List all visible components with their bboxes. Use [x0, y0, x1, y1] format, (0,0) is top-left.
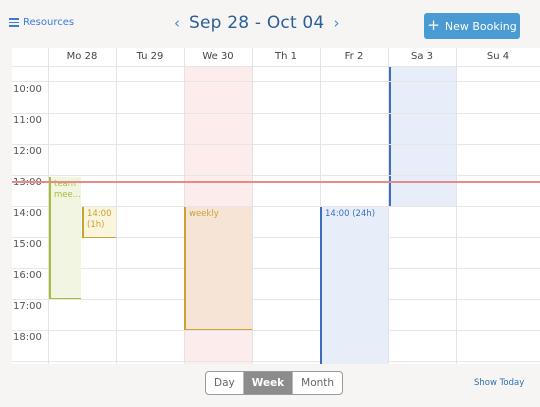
day-header-su: Su 4: [486, 51, 510, 62]
event-monday-1400-duration: (1h): [87, 220, 105, 230]
day-header-sa: Sa 3: [410, 51, 434, 62]
hour-line: [12, 268, 540, 269]
day-divider: [252, 48, 253, 364]
day-header-th: Th 1: [275, 51, 297, 62]
plus-icon: +: [427, 15, 440, 34]
current-time-line: [12, 181, 540, 183]
event-monday-1400-time: 14:00: [87, 209, 112, 219]
hour-label: 11:00: [13, 115, 42, 126]
hour-label: 17:00: [13, 301, 42, 312]
date-range-title: Sep 28 - Oct 04: [189, 13, 325, 33]
event-weekly-label: weekly: [189, 209, 219, 219]
calendar-footer: Day Week Month Show Today: [0, 364, 540, 407]
event-weekly[interactable]: weekly: [184, 207, 252, 330]
day-header-mo: Mo 28: [66, 51, 98, 62]
hour-label: 16:00: [13, 270, 42, 281]
calendar-header: Resources ‹ Sep 28 - Oct 04 › + New Book…: [0, 0, 540, 48]
hour-line: [12, 81, 540, 82]
hour-label: 10:00: [13, 84, 42, 95]
new-booking-label: New Booking: [444, 19, 517, 33]
chevron-left-icon[interactable]: ‹: [170, 14, 184, 32]
day-header-tu: Tu 29: [136, 51, 164, 62]
hour-line: [12, 175, 540, 176]
event-friday-1400-label: 14:00 (24h): [325, 209, 376, 219]
view-week-button[interactable]: Week: [242, 372, 293, 394]
hour-label: 18:00: [13, 332, 42, 343]
event-friday-1400[interactable]: 14:00 (24h): [320, 207, 388, 364]
hour-line: [12, 330, 540, 331]
day-header-we: We 30: [202, 51, 234, 62]
header-divider: [12, 66, 540, 67]
hour-label: 15:00: [13, 239, 42, 250]
hour-line: [12, 144, 540, 145]
hour-line: [12, 361, 540, 362]
week-calendar-grid: Mo 28 Tu 29 We 30 Th 1 Fr 2 Sa 3 Su 4 10…: [12, 48, 540, 364]
day-divider: [388, 48, 389, 364]
show-today-link[interactable]: Show Today: [474, 378, 524, 388]
hour-label: 14:00: [13, 208, 42, 219]
resources-label: Resources: [23, 17, 75, 28]
saturday-booking-block[interactable]: [389, 66, 457, 207]
resources-link[interactable]: Resources: [9, 17, 74, 28]
day-divider: [116, 48, 117, 364]
view-switcher: Day Week Month: [205, 371, 344, 395]
hour-label: 13:00: [13, 177, 42, 188]
day-header-fr: Fr 2: [344, 51, 364, 62]
hour-label: 12:00: [13, 146, 42, 157]
date-navigator: ‹ Sep 28 - Oct 04 ›: [170, 13, 343, 33]
event-monday-1400[interactable]: 14:00 (1h): [82, 207, 116, 238]
new-booking-button[interactable]: + New Booking: [424, 13, 520, 39]
hour-line: [12, 299, 540, 300]
list-icon: [9, 18, 19, 27]
chevron-right-icon[interactable]: ›: [329, 14, 343, 32]
view-day-button[interactable]: Day: [206, 372, 243, 394]
event-team-meeting[interactable]: team mee...: [49, 177, 81, 299]
hour-line: [12, 113, 540, 114]
day-divider: [456, 48, 457, 364]
view-month-button[interactable]: Month: [292, 372, 342, 394]
